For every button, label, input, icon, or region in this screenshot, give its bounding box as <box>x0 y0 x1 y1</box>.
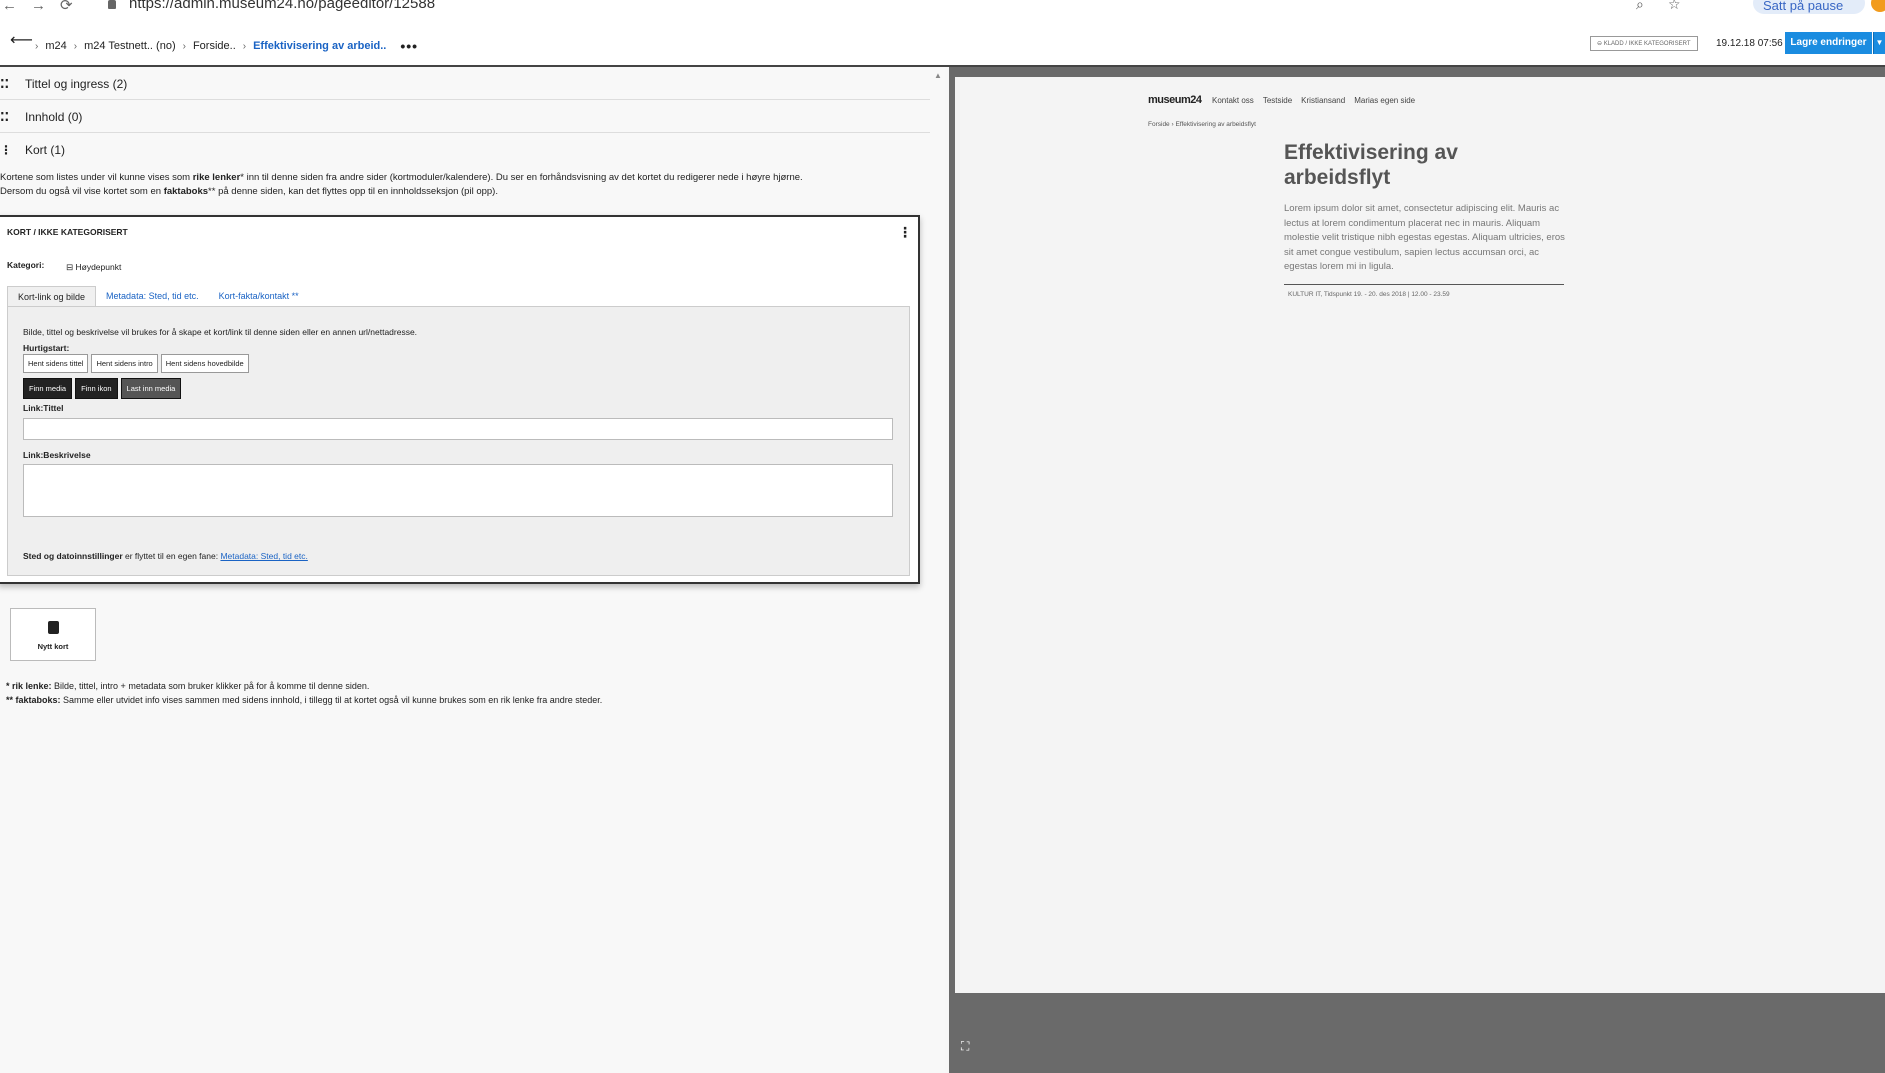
preview-nav-item[interactable]: Marias egen side <box>1354 96 1415 105</box>
category-value[interactable]: ⊟ Høydepunkt <box>66 262 121 273</box>
preview-nav-item[interactable]: Kristiansand <box>1301 96 1345 105</box>
chevron-right-icon: › <box>242 40 247 52</box>
note-text: er flyttet til en egen fane: <box>122 551 221 561</box>
upload-media-button[interactable]: Last inn media <box>120 378 182 399</box>
find-icon-button[interactable]: Finn ikon <box>75 378 118 399</box>
category-label: Kategori: <box>7 260 44 270</box>
tab-panel: Bilde, tittel og beskrivelse vil brukes … <box>7 306 910 576</box>
footnote-text: Bilde, tittel, intro + metadata som bruk… <box>51 681 370 691</box>
footnote-bold: * rik lenke: <box>6 681 52 691</box>
metadata-link[interactable]: Metadata: Sted, tid etc. <box>220 551 307 561</box>
note-bold: Sted og datoinnstillinger <box>23 551 123 561</box>
fetch-title-button[interactable]: Hent sidens tittel <box>23 354 89 373</box>
fullscreen-icon[interactable]: ⛶ <box>961 1039 969 1054</box>
help-text: Dersom du også vil vise kortet som en <box>0 186 164 197</box>
card-editor: KORT / IKKE KATEGORISERT ⋮ Kategori: ⊟ H… <box>0 215 920 584</box>
preview-crumb[interactable]: Effektivisering av arbeidsflyt <box>1175 121 1255 128</box>
tab-card-link[interactable]: Kort-link og bilde <box>7 286 97 307</box>
star-icon[interactable]: ☆ <box>1668 0 1681 13</box>
chevron-right-icon: › <box>35 40 39 52</box>
category-name: Høydepunkt <box>75 262 122 272</box>
zoom-icon[interactable]: ⌕ <box>1636 0 1644 13</box>
footnote-text: Samme eller utvidet info vises sammen me… <box>60 695 603 705</box>
lock-icon <box>108 0 116 9</box>
link-desc-label: Link:Beskrivelse <box>23 450 91 460</box>
footnote-bold: ** faktaboks: <box>6 695 61 705</box>
section-label: Kort (1) <box>25 143 66 157</box>
card-add-icon <box>47 621 59 634</box>
avatar[interactable] <box>1871 0 1885 12</box>
drag-handle-icon[interactable]: ⁚⁚ <box>0 77 9 91</box>
address-bar[interactable]: https://admin.museum24.no/pageeditor/125… <box>129 0 435 12</box>
new-card-button[interactable]: Nytt kort <box>10 608 96 661</box>
link-title-input[interactable] <box>23 418 893 440</box>
kebab-icon[interactable]: ⋮ <box>0 143 12 157</box>
panel-intro: Bilde, tittel og beskrivelse vil brukes … <box>23 327 418 337</box>
link-desc-textarea[interactable] <box>23 464 893 517</box>
quickstart-label: Hurtigstart: <box>23 343 70 353</box>
chevron-right-icon: › <box>73 40 78 52</box>
crumb-m24[interactable]: m24 <box>45 40 66 52</box>
metadata-note: Sted og datoinnstillinger er flyttet til… <box>23 551 308 561</box>
help-text: * inn til denne siden fra andre sider (k… <box>240 172 803 183</box>
status-badge[interactable]: ⊖ KLADD / IKKE KATEGORISERT <box>1590 36 1698 51</box>
preview-ingress: Lorem ipsum dolor sit amet, consectetur … <box>1284 203 1565 272</box>
section-cards[interactable]: ⋮ Kort (1) <box>0 133 930 166</box>
quickstart-buttons: Hent sidens tittel Hent sidens intro Hen… <box>23 354 249 373</box>
help-bold: faktaboks <box>163 186 209 197</box>
section-content[interactable]: ⁚⁚ Innhold (0) <box>0 100 930 133</box>
footnotes: * rik lenke: Bilde, tittel, intro + meta… <box>6 679 602 707</box>
scroll-up-icon[interactable]: ▲ <box>934 71 942 80</box>
breadcrumb: › m24 › m24 Testnett.. (no) › Forside.. … <box>28 38 418 54</box>
category-label-text: Kategori: <box>7 260 45 270</box>
browser-bar: ←→⟳ https://admin.museum24.no/pageeditor… <box>0 0 1885 14</box>
tab-metadata[interactable]: Metadata: Sted, tid etc. <box>96 286 209 307</box>
preview-crumb[interactable]: Forside <box>1148 121 1170 128</box>
help-text: Kortene som listes under vil kunne vises… <box>0 172 193 183</box>
section-label: Innhold (0) <box>25 110 83 124</box>
fetch-image-button[interactable]: Hent sidens hovedbilde <box>160 354 249 373</box>
card-title: KORT / IKKE KATEGORISERT <box>7 227 128 237</box>
preview-title: Effektivisering av arbeidsflyt <box>1284 141 1458 189</box>
link-title-label: Link:Tittel <box>23 403 64 413</box>
preview-meta: KULTUR IT, Tidspunkt 19. - 20. des 2018 … <box>1288 291 1450 298</box>
kebab-icon[interactable]: ⋮ <box>898 224 912 241</box>
pause-badge[interactable]: Satt på pause <box>1753 0 1865 14</box>
preview-nav-item[interactable]: Kontakt oss <box>1212 96 1254 105</box>
chevron-right-icon: › <box>182 40 186 52</box>
crumb-testnett[interactable]: m24 Testnett.. (no) <box>84 40 176 52</box>
last-saved-date: 19.12.18 07:56 <box>1716 38 1783 49</box>
editor-pane: ▲ ⁚⁚ Tittel og ingress (2) ⁚⁚ Innhold (0… <box>0 67 945 1073</box>
card-tabs: Kort-link og bilde Metadata: Sted, tid e… <box>7 286 309 307</box>
help-bold: rike lenker <box>192 172 241 183</box>
section-title-ingress[interactable]: ⁚⁚ Tittel og ingress (2) <box>0 67 930 100</box>
preview-nav: Kontakt oss Testside Kristiansand Marias… <box>1212 96 1415 105</box>
crumb-current[interactable]: Effektivisering av arbeid.. <box>253 40 386 52</box>
tab-card-facts[interactable]: Kort-fakta/kontakt ** <box>209 286 309 307</box>
preview-pane: museum24 Kontakt oss Testside Kristiansa… <box>949 67 1885 1073</box>
crumb-forside[interactable]: Forside.. <box>193 40 236 52</box>
more-icon[interactable]: ••• <box>400 38 418 54</box>
preview-breadcrumb: Forside › Effektivisering av arbeidsflyt <box>1148 121 1256 128</box>
preview-divider <box>1284 284 1564 285</box>
help-text: ** på denne siden, kan det flyttes opp t… <box>208 186 498 197</box>
preview-logo: museum24 <box>1148 94 1202 106</box>
media-buttons: Finn media Finn ikon Last inn media <box>23 378 182 399</box>
section-label: Tittel og ingress (2) <box>25 77 128 91</box>
find-media-button[interactable]: Finn media <box>23 378 73 399</box>
preview-frame: museum24 Kontakt oss Testside Kristiansa… <box>955 77 1885 993</box>
fetch-intro-button[interactable]: Hent sidens intro <box>91 354 158 373</box>
save-dropdown-icon[interactable]: ▼ <box>1873 32 1885 54</box>
drag-handle-icon[interactable]: ⁚⁚ <box>0 110 9 124</box>
save-button[interactable]: Lagre endringer <box>1785 32 1872 54</box>
new-card-label: Nytt kort <box>37 642 69 651</box>
app-header: ⟵ › m24 › m24 Testnett.. (no) › Forside.… <box>0 14 1885 67</box>
browser-nav-icons[interactable]: ←→⟳ <box>2 0 87 14</box>
preview-nav-item[interactable]: Testside <box>1263 96 1292 105</box>
cards-help-text: Kortene som listes under vil kunne vises… <box>0 171 920 199</box>
